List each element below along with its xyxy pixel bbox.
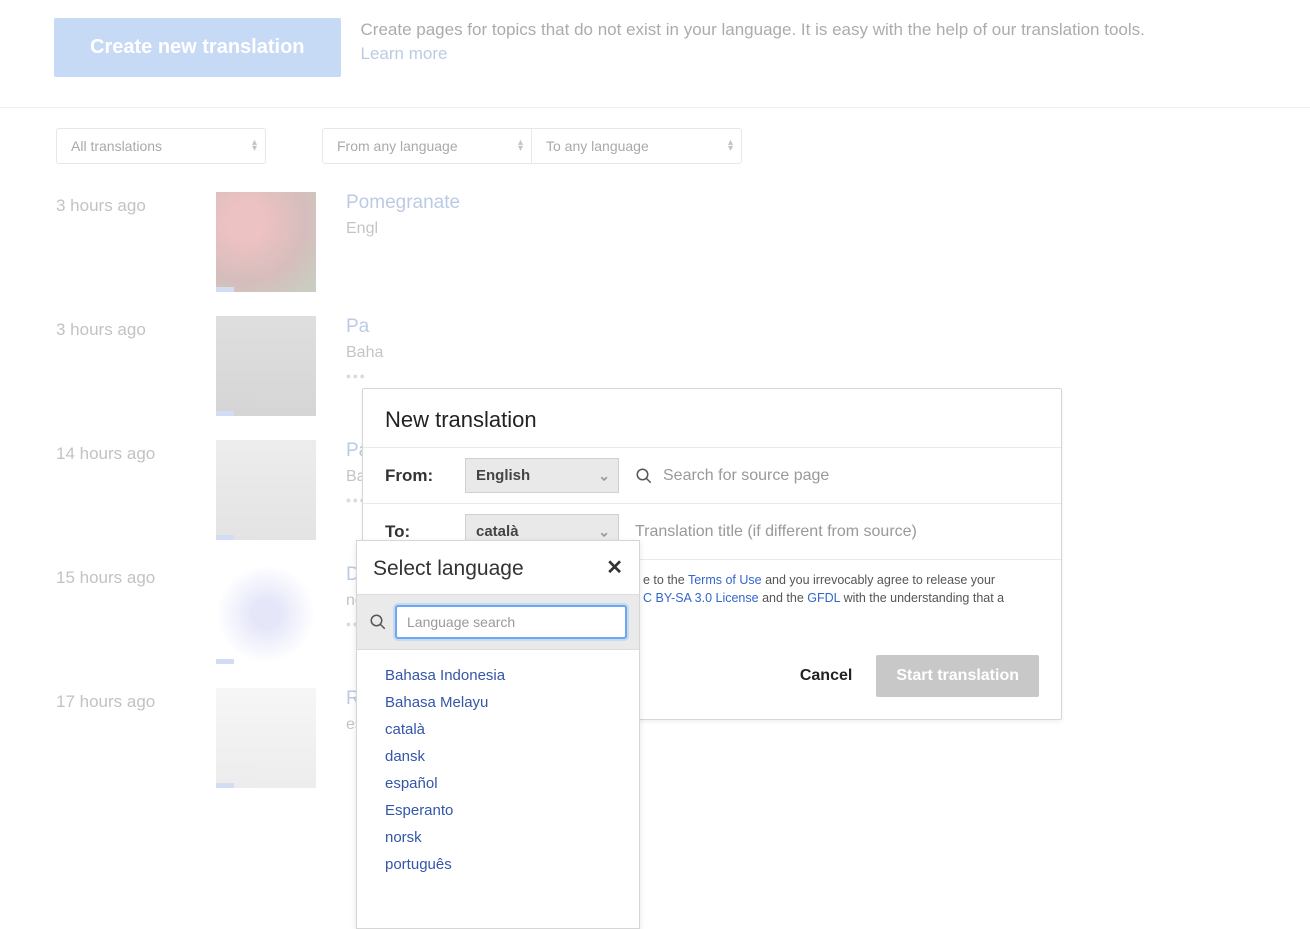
- entry-thumbnail[interactable]: [216, 316, 316, 416]
- entry-thumbnail[interactable]: [216, 192, 316, 292]
- language-option[interactable]: español: [385, 770, 611, 797]
- entry-title[interactable]: Pomegranate: [346, 192, 1254, 214]
- legal-fragment: e to the: [643, 573, 688, 587]
- translation-entry: 3 hours ago Pomegranate Engl: [56, 192, 1254, 292]
- to-language-value: català: [476, 523, 519, 540]
- entry-thumbnail[interactable]: [216, 440, 316, 540]
- cc-license-link[interactable]: C BY-SA 3.0 License: [643, 591, 759, 605]
- entry-time: 14 hours ago: [56, 440, 186, 540]
- to-label: To:: [385, 522, 449, 542]
- language-option[interactable]: Bahasa Melayu: [385, 689, 611, 716]
- from-language-value: English: [476, 467, 530, 484]
- entry-time: 3 hours ago: [56, 192, 186, 292]
- entry-time: 17 hours ago: [56, 688, 186, 788]
- terms-link[interactable]: Terms of Use: [688, 573, 762, 587]
- from-language-select[interactable]: English ⌄: [465, 458, 619, 493]
- filter-to-label: To any language: [546, 138, 649, 154]
- filter-all-translations[interactable]: All translations ▴▾: [56, 128, 266, 164]
- entry-time: 3 hours ago: [56, 316, 186, 416]
- legal-fragment: and you irrevocably agree to release you…: [762, 573, 995, 587]
- chevron-down-icon: ⌄: [598, 467, 610, 484]
- create-new-translation-button[interactable]: Create new translation: [54, 18, 341, 77]
- translation-title-input[interactable]: [635, 523, 1039, 541]
- updown-icon: ▴▾: [728, 140, 733, 152]
- language-popover-title: Select language: [373, 555, 524, 582]
- entry-dots-icon[interactable]: •••: [346, 368, 1254, 384]
- language-option[interactable]: português: [385, 851, 611, 878]
- entry-thumbnail[interactable]: [216, 564, 316, 664]
- header-description-text: Create pages for topics that do not exis…: [361, 20, 1145, 39]
- language-option[interactable]: norsk: [385, 824, 611, 851]
- language-option[interactable]: dansk: [385, 743, 611, 770]
- dialog-title: New translation: [363, 389, 1061, 447]
- language-option[interactable]: Bahasa Indonesia: [385, 662, 611, 689]
- updown-icon: ▴▾: [518, 140, 523, 152]
- legal-fragment: and the: [759, 591, 808, 605]
- search-icon: [369, 613, 387, 631]
- entry-title[interactable]: Pa: [346, 316, 1254, 338]
- start-translation-button[interactable]: Start translation: [876, 655, 1039, 697]
- entry-languages: Engl: [346, 220, 1254, 238]
- close-icon[interactable]: ✕: [606, 555, 623, 580]
- learn-more-link[interactable]: Learn more: [361, 44, 448, 63]
- filter-from-language[interactable]: From any language ▴▾: [322, 128, 532, 164]
- from-label: From:: [385, 466, 449, 486]
- filter-all-label: All translations: [71, 138, 162, 154]
- search-icon: [635, 467, 653, 485]
- filter-from-label: From any language: [337, 138, 458, 154]
- language-search-input[interactable]: [395, 605, 627, 639]
- language-option[interactable]: català: [385, 716, 611, 743]
- gfdl-link[interactable]: GFDL: [807, 591, 840, 605]
- select-language-popover: Select language ✕ Bahasa IndonesiaBahasa…: [356, 540, 640, 929]
- updown-icon: ▴▾: [252, 140, 257, 152]
- header-description: Create pages for topics that do not exis…: [361, 18, 1145, 66]
- filter-to-language[interactable]: To any language ▴▾: [532, 128, 742, 164]
- entry-thumbnail[interactable]: [216, 688, 316, 788]
- entry-languages: Baha: [346, 344, 1254, 362]
- cancel-button[interactable]: Cancel: [800, 667, 852, 685]
- source-page-input[interactable]: [663, 467, 1039, 485]
- chevron-down-icon: ⌄: [598, 523, 610, 540]
- language-option[interactable]: Esperanto: [385, 797, 611, 824]
- entry-time: 15 hours ago: [56, 564, 186, 664]
